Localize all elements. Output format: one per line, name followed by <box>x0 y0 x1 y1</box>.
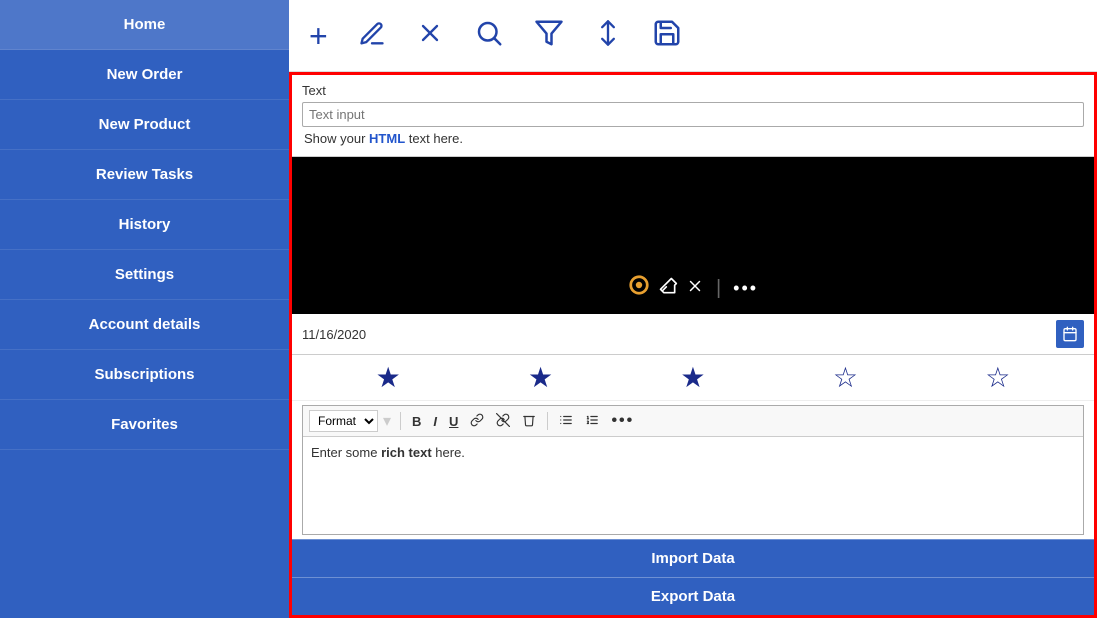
date-value: 11/16/2020 <box>302 327 366 342</box>
export-data-button[interactable]: Export Data <box>292 577 1094 615</box>
stars-row: ★ ★ ★ ☆ ☆ <box>292 355 1094 401</box>
add-icon[interactable]: + <box>309 20 328 52</box>
rich-content-after: here. <box>432 445 465 460</box>
star-2[interactable]: ★ <box>528 361 553 394</box>
rich-content-plain: Enter some <box>311 445 381 460</box>
list-ul-button[interactable] <box>554 411 578 432</box>
star-1[interactable]: ★ <box>376 361 401 394</box>
sidebar-item-review-tasks[interactable]: Review Tasks <box>0 150 289 200</box>
underline-button[interactable]: U <box>444 412 463 431</box>
star-5[interactable]: ☆ <box>985 361 1010 394</box>
filter-icon[interactable] <box>534 18 564 53</box>
sidebar-item-favorites[interactable]: Favorites <box>0 400 289 450</box>
sidebar-item-home[interactable]: Home <box>0 0 289 50</box>
text-input[interactable] <box>302 102 1084 127</box>
format-select[interactable]: Format <box>309 410 378 432</box>
black-area: | ••• <box>292 157 1094 314</box>
italic-button[interactable]: I <box>428 412 442 431</box>
edit-icon[interactable] <box>358 20 386 52</box>
search-icon[interactable] <box>474 18 504 53</box>
bottom-buttons: Import Data Export Data <box>292 539 1094 615</box>
unlink-button[interactable] <box>491 411 515 432</box>
sidebar-item-account-details[interactable]: Account details <box>0 300 289 350</box>
rich-text-editor: Format ▾ B I U <box>302 405 1084 535</box>
text-label: Text <box>302 83 1084 98</box>
ann-divider: | <box>716 277 721 300</box>
sidebar: Home New Order New Product Review Tasks … <box>0 0 289 618</box>
save-icon[interactable] <box>652 18 682 53</box>
calendar-icon[interactable] <box>1056 320 1084 348</box>
annotation-toolbar: | ••• <box>292 262 1094 314</box>
close-icon[interactable] <box>416 19 444 52</box>
rich-editor-toolbar: Format ▾ B I U <box>303 406 1083 437</box>
clear-format-button[interactable] <box>517 411 541 432</box>
html-preview: Show your HTML text here. <box>302 127 1084 150</box>
rich-editor-content[interactable]: Enter some rich text here. <box>303 437 1083 534</box>
more-options-button[interactable]: ••• <box>606 410 639 432</box>
html-preview-after: text here. <box>405 131 463 146</box>
link-button[interactable] <box>465 411 489 432</box>
date-row: 11/16/2020 <box>292 314 1094 355</box>
ann-close-icon[interactable] <box>686 277 704 300</box>
text-section: Text Show your HTML text here. <box>292 75 1094 157</box>
star-3[interactable]: ★ <box>680 361 705 394</box>
ann-more-icon[interactable]: ••• <box>733 278 758 299</box>
main-panel: + <box>289 0 1097 618</box>
content-area: Text Show your HTML text here. <box>289 72 1097 618</box>
import-data-button[interactable]: Import Data <box>292 539 1094 577</box>
list-ol-button[interactable] <box>580 411 604 432</box>
sidebar-item-new-order[interactable]: New Order <box>0 50 289 100</box>
sidebar-item-subscriptions[interactable]: Subscriptions <box>0 350 289 400</box>
star-4[interactable]: ☆ <box>833 361 858 394</box>
pen-tool-icon[interactable] <box>628 274 650 302</box>
sidebar-item-history[interactable]: History <box>0 200 289 250</box>
toolbar: + <box>289 0 1097 72</box>
sort-icon[interactable] <box>594 18 622 53</box>
sidebar-item-settings[interactable]: Settings <box>0 250 289 300</box>
html-preview-before: Show your <box>304 131 369 146</box>
rich-content-bold: rich text <box>381 445 432 460</box>
sidebar-item-new-product[interactable]: New Product <box>0 100 289 150</box>
html-preview-link: HTML <box>369 131 405 146</box>
eraser-icon[interactable] <box>658 276 678 301</box>
bold-button[interactable]: B <box>407 412 426 431</box>
